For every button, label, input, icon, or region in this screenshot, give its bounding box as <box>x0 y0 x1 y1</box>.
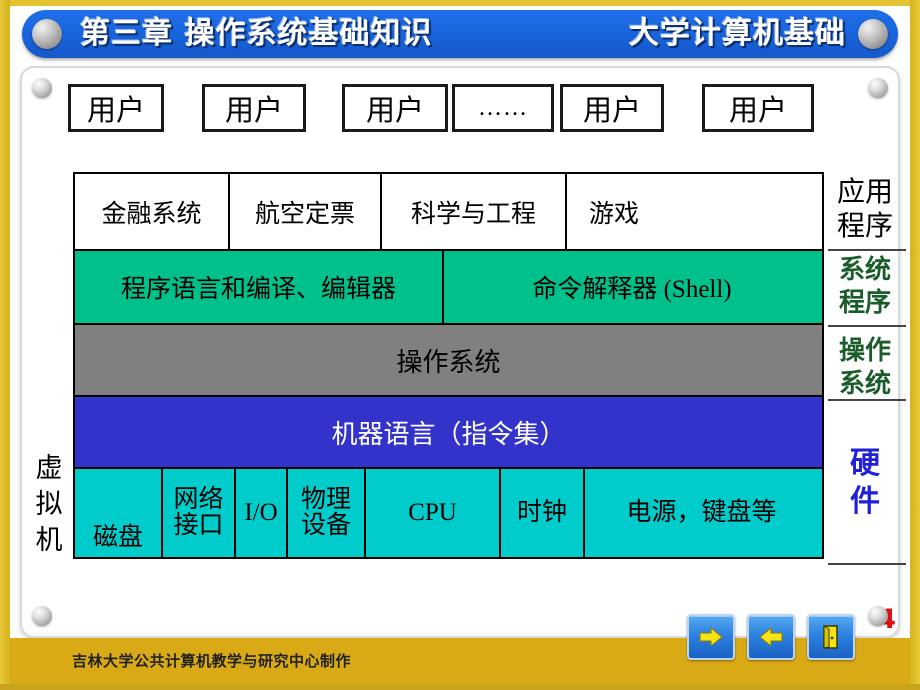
hardware-cell-cpu: CPU <box>366 469 501 557</box>
panel-corner-sphere-bottom-left <box>32 606 52 626</box>
user-box: 用户 <box>202 84 306 132</box>
next-slide-button[interactable] <box>687 614 735 660</box>
frame-left-border <box>0 0 10 690</box>
navigation-buttons <box>687 614 855 660</box>
machine-language-row: 机器语言（指令集） <box>75 397 822 469</box>
layer-label-separator <box>828 563 906 565</box>
header-left-sphere-icon <box>32 19 62 49</box>
application-cell: 科学与工程 <box>382 174 567 249</box>
layer-label-applications: 应用 程序 <box>828 172 906 251</box>
slide: 第三章 操作系统基础知识 大学计算机基础 用户 用户 用户 …… 用户 用户 金… <box>0 0 920 690</box>
system-program-cell: 命令解释器 (Shell) <box>532 276 732 303</box>
hardware-row: 磁盘 网络 接口 I/O 物理 设备 CPU 时钟 电源，键盘等 <box>75 469 822 557</box>
user-box: 用户 <box>702 84 814 132</box>
arrow-left-icon <box>759 626 783 648</box>
panel-corner-sphere-top-right <box>868 78 888 98</box>
layer-label-hardware: 硬 件 <box>828 401 906 565</box>
arrow-right-icon <box>699 626 723 648</box>
layer-name-column: 应用 程序 系统 程序 操作 系统 硬 件 <box>828 172 906 565</box>
panel-corner-sphere-bottom-right <box>868 606 888 626</box>
vm-label-char: 虚 <box>35 453 63 483</box>
virtual-machine-label: 虚 拟 机 <box>32 450 66 558</box>
hardware-cell-power-keyboard: 电源，键盘等 <box>626 498 777 526</box>
computer-system-layers-diagram: 用户 用户 用户 …… 用户 用户 金融系统 航空定票 科学与工程 游戏 程序语… <box>22 68 906 636</box>
layer-label-operating-system: 操作 系统 <box>828 327 906 401</box>
hardware-cell-io: I/O <box>236 469 288 557</box>
previous-slide-button[interactable] <box>747 614 795 660</box>
footer-credit: 吉林大学公共计算机教学与研究中心制作 <box>72 652 352 670</box>
application-cell: 金融系统 <box>75 174 230 249</box>
system-program-cell: 程序语言和编译、编辑器 <box>75 251 444 323</box>
layer-stack: 金融系统 航空定票 科学与工程 游戏 程序语言和编译、编辑器 命令解释器 (Sh… <box>73 172 824 559</box>
hardware-cell-clock: 时钟 <box>501 469 585 557</box>
machine-language-label: 机器语言（指令集） <box>331 419 566 449</box>
header-banner: 第三章 操作系统基础知识 大学计算机基础 <box>22 10 898 58</box>
layer-label-system-programs: 系统 程序 <box>828 251 906 327</box>
hardware-cell-disk: 磁盘 <box>75 469 163 557</box>
course-title: 大学计算机基础 <box>629 16 846 51</box>
header-right-sphere-icon <box>858 19 888 49</box>
operating-system-label: 操作系统 <box>396 347 501 377</box>
user-ellipsis-box: …… <box>452 84 554 132</box>
frame-right-border <box>910 0 920 690</box>
operating-system-row: 操作系统 <box>75 325 822 397</box>
exit-button[interactable] <box>807 614 855 660</box>
exit-door-icon <box>823 625 838 649</box>
user-box: 用户 <box>68 84 164 132</box>
panel-corner-sphere-top-left <box>32 78 52 98</box>
hardware-cell-physical-device: 物理 设备 <box>288 469 366 557</box>
user-box: 用户 <box>342 84 448 132</box>
application-cell: 航空定票 <box>230 174 382 249</box>
slide-footer: 吉林大学公共计算机教学与研究中心制作 4 <box>10 604 910 684</box>
frame-bottom-border <box>0 684 920 690</box>
vm-label-char: 拟 <box>35 489 63 519</box>
chapter-title: 第三章 操作系统基础知识 <box>80 16 433 51</box>
hardware-cell-network-interface: 网络 接口 <box>163 469 236 557</box>
content-panel: 用户 用户 用户 …… 用户 用户 金融系统 航空定票 科学与工程 游戏 程序语… <box>20 66 906 638</box>
application-programs-row: 金融系统 航空定票 科学与工程 游戏 <box>75 174 822 251</box>
user-box: 用户 <box>560 84 664 132</box>
users-row: 用户 用户 用户 …… 用户 用户 <box>68 84 828 132</box>
application-cell: 游戏 <box>589 200 640 228</box>
slide-header: 第三章 操作系统基础知识 大学计算机基础 <box>10 6 910 62</box>
system-programs-row: 程序语言和编译、编辑器 命令解释器 (Shell) <box>75 251 822 325</box>
vm-label-char: 机 <box>35 525 63 555</box>
